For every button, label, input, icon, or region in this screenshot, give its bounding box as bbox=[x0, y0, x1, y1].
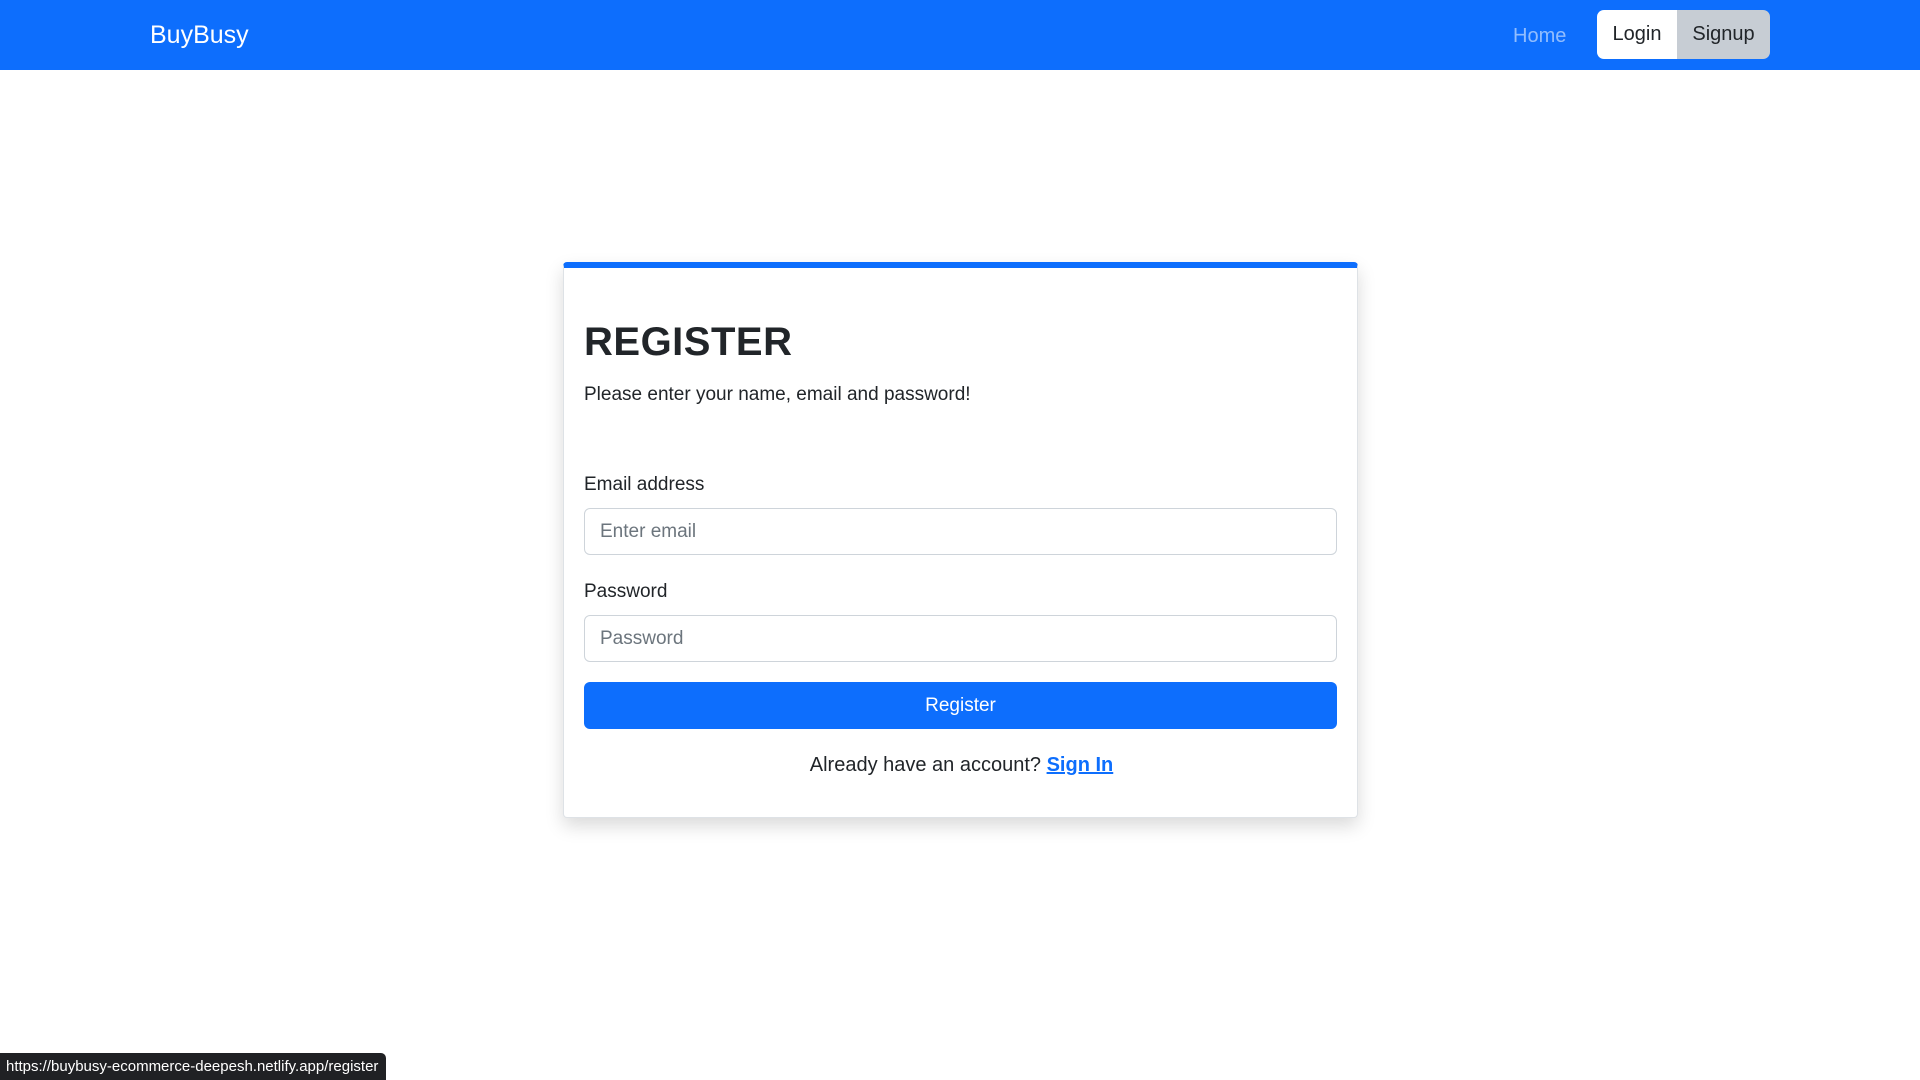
register-button[interactable]: Register bbox=[584, 682, 1337, 729]
login-button[interactable]: Login bbox=[1597, 10, 1677, 59]
sign-in-link[interactable]: Sign In bbox=[1047, 754, 1114, 776]
register-subtitle: Please enter your name, email and passwo… bbox=[584, 384, 971, 405]
register-title: REGISTER bbox=[584, 320, 793, 364]
email-input[interactable] bbox=[584, 508, 1337, 555]
register-card: REGISTER Please enter your name, email a… bbox=[563, 262, 1358, 818]
nav-home-link[interactable]: Home bbox=[1513, 22, 1566, 50]
email-label: Email address bbox=[584, 474, 705, 495]
brand-logo-link[interactable]: BuyBusy bbox=[150, 19, 249, 51]
password-input[interactable] bbox=[584, 615, 1337, 662]
password-label: Password bbox=[584, 581, 668, 602]
top-navbar: BuyBusy Home Login Signup bbox=[0, 0, 1920, 70]
auth-button-group: Login Signup bbox=[1597, 10, 1770, 59]
signin-prompt-text: Already have an account? bbox=[809, 754, 1047, 776]
status-bar-url: https://buybusy-ecommerce-deepesh.netlif… bbox=[0, 1053, 387, 1080]
signup-button[interactable]: Signup bbox=[1677, 10, 1770, 59]
signin-prompt-row: Already have an account? Sign In bbox=[564, 754, 1359, 777]
